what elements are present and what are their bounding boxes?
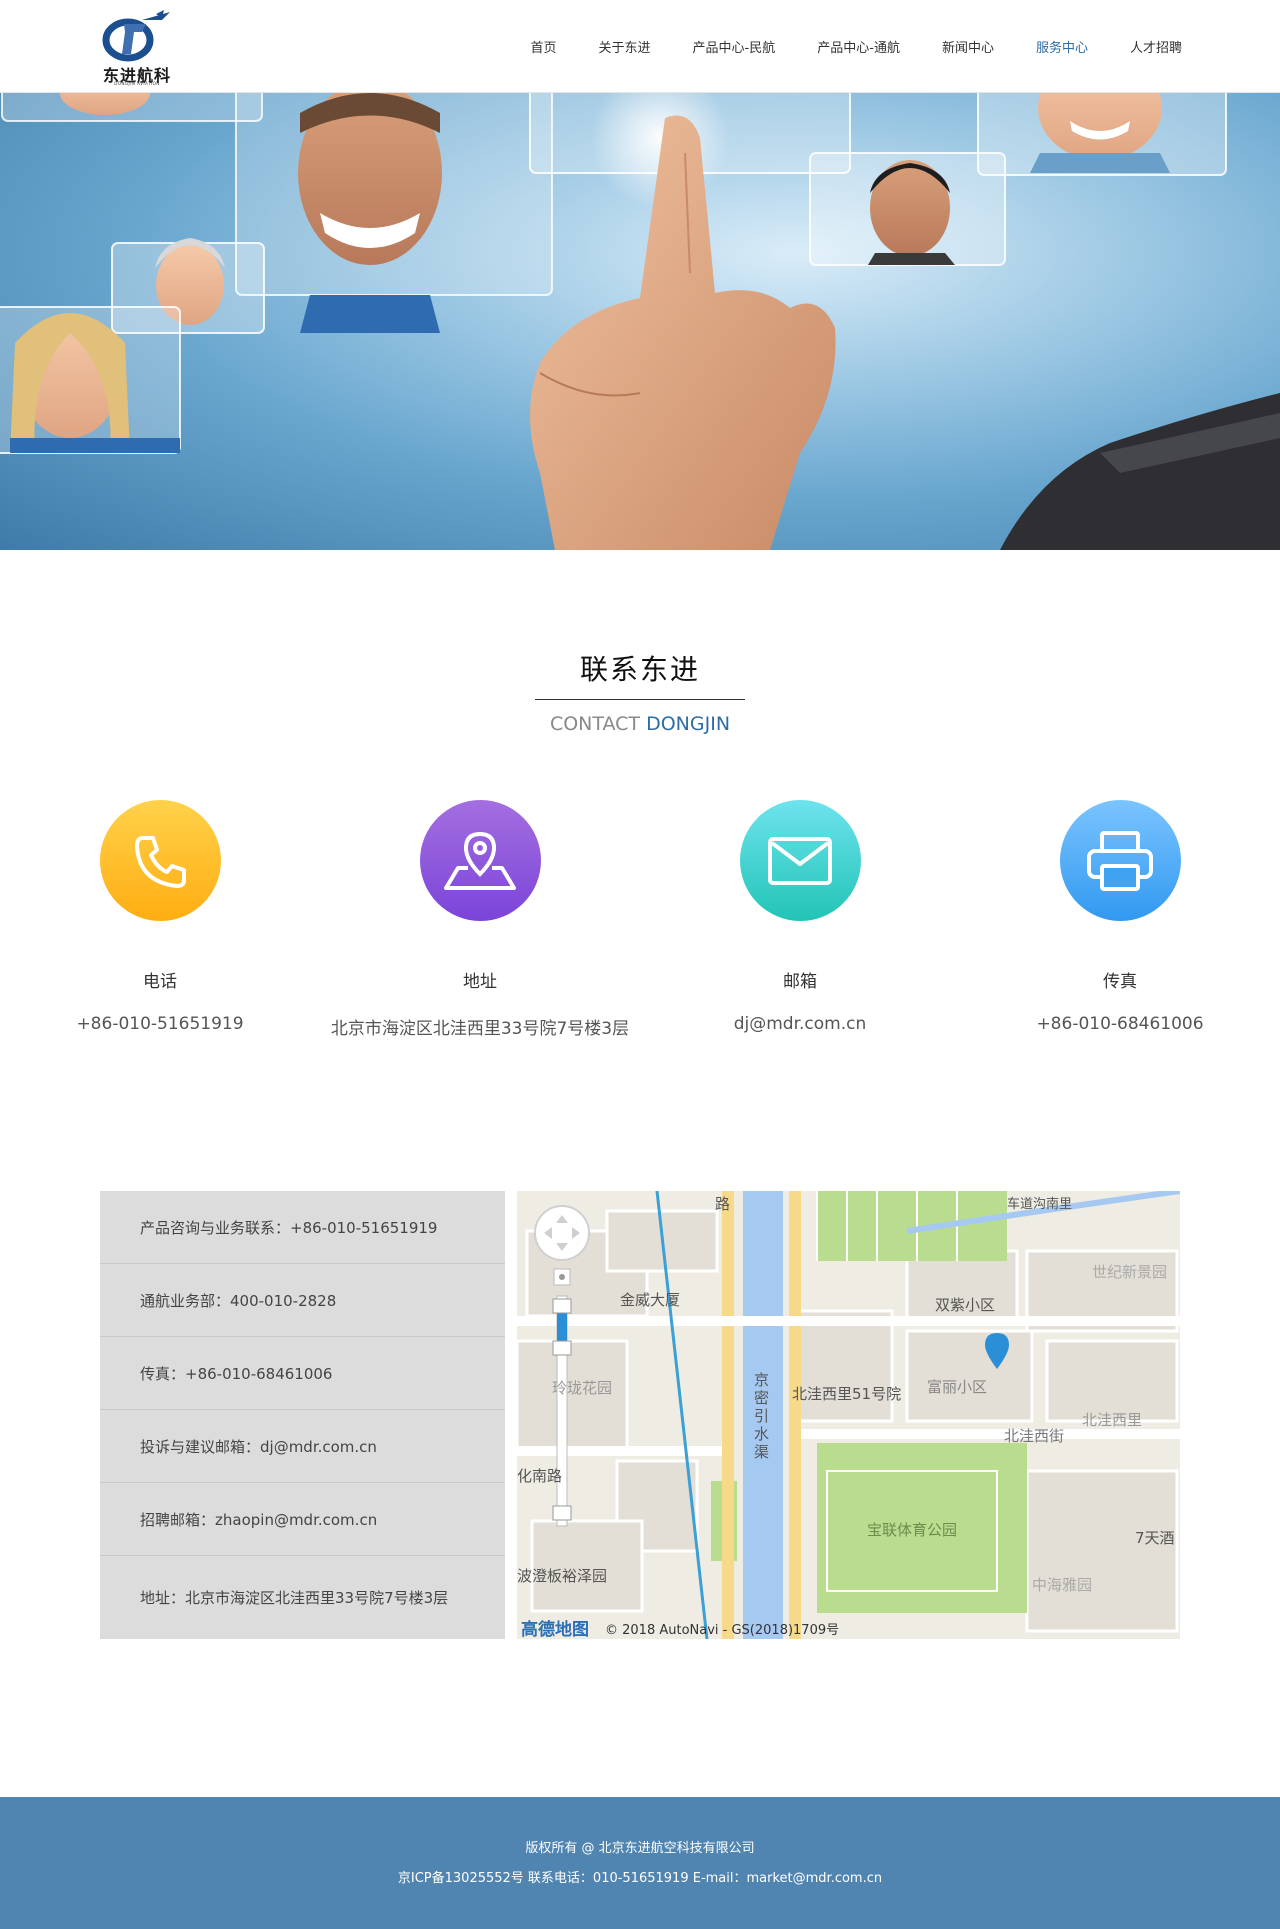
map-label: 北洼西街 <box>1004 1427 1065 1445</box>
contact-label: 电话 <box>143 972 177 992</box>
map-label: 世纪新景园 <box>1092 1263 1168 1281</box>
map-label: 金威大厦 <box>620 1291 681 1309</box>
location-map[interactable]: 金威大厦 双紫小区 世纪新景园 玲珑花园 北洼西里51号院 富丽小区 北洼西里 … <box>517 1191 1180 1639</box>
info-row: 通航业务部：400-010-2828 <box>100 1264 505 1337</box>
logo-subtext: DONGJIN AVIATION <box>114 81 160 86</box>
map-label: 京密引水渠 <box>754 1371 770 1461</box>
nav-item[interactable]: 产品中心-通航 <box>817 37 900 56</box>
contact-label: 传真 <box>1103 972 1137 992</box>
phone-icon <box>135 835 186 888</box>
info-row: 产品咨询与业务联系：+86-010-51651919 <box>100 1191 505 1264</box>
address-circle <box>419 800 541 921</box>
logo-mark-icon <box>102 10 170 62</box>
info-row: 传真：+86-010-68461006 <box>100 1337 505 1410</box>
contact-value: 北京市海淀区北洼西里33号院7号楼3层 <box>330 1019 630 1039</box>
email-circle <box>739 800 861 921</box>
contact-label: 地址 <box>463 972 497 992</box>
banner-image <box>0 93 1280 550</box>
main-nav: 首页 关于东进 产品中心-民航 产品中心-通航 新闻中心 服务中心 人才招聘 <box>489 0 1182 93</box>
contact-value: +86-010-68461006 <box>1036 1014 1204 1034</box>
map-pin-icon <box>444 831 516 890</box>
map-label: 中海雅园 <box>1032 1576 1093 1594</box>
map-label: 路 <box>715 1195 731 1213</box>
phone-circle <box>99 800 221 921</box>
map-copyright: © 2018 AutoNavi - GS(2018)1709号 <box>605 1623 840 1638</box>
hero-banner <box>0 93 1280 550</box>
map-label: 7天酒 <box>1135 1529 1175 1547</box>
nav-item[interactable]: 服务中心 <box>1036 37 1088 56</box>
nav-item[interactable]: 人才招聘 <box>1130 37 1182 56</box>
map-label: 北洼西里51号院 <box>792 1385 902 1403</box>
info-row: 地址：北京市海淀区北洼西里33号院7号楼3层 <box>140 1589 449 1607</box>
footer-copyright: 版权所有 @ 北京东进航空科技有限公司 <box>525 1841 755 1856</box>
map-label: 富丽小区 <box>927 1378 988 1396</box>
map-label: 宝联体育公园 <box>867 1521 958 1539</box>
contact-info-list: 产品咨询与业务联系：+86-010-51651919 通航业务部：400-010-… <box>100 1191 505 1639</box>
printer-icon <box>1087 830 1153 891</box>
info-row: 投诉与建议邮箱：dj@mdr.com.cn <box>100 1410 505 1483</box>
map-label: 车道沟南里 <box>1007 1197 1073 1212</box>
contact-value: +86-010-51651919 <box>76 1014 244 1034</box>
subtitle-plain: CONTACT <box>549 713 647 735</box>
map-label: 北洼西里 <box>1082 1411 1143 1429</box>
nav-item[interactable]: 产品中心-民航 <box>693 37 776 56</box>
nav-item[interactable]: 首页 <box>531 37 557 56</box>
map-label: 玲珑花园 <box>552 1379 613 1397</box>
map-tiles <box>517 1191 1180 1639</box>
section-subtitle: CONTACT DONGJIN <box>0 713 1280 735</box>
map-label: 双紫小区 <box>935 1296 996 1314</box>
site-footer: 版权所有 @ 北京东进航空科技有限公司 京ICP备13025552号 联系电话：… <box>0 1797 1280 1929</box>
site-header: 东进航科 DONGJIN AVIATION 首页 关于东进 产品中心-民航 产品中心-… <box>0 0 1280 93</box>
footer-contact: 京ICP备13025552号 联系电话：010-51651919 E-mail：… <box>397 1871 883 1886</box>
nav-item[interactable]: 新闻中心 <box>942 37 994 56</box>
map-label: 波澄板裕泽园 <box>517 1567 608 1585</box>
section-title: 联系东进 <box>579 653 700 686</box>
map-brand: 高德地图 <box>521 1620 589 1639</box>
contact-value: dj@mdr.com.cn <box>733 1014 867 1034</box>
company-logo[interactable]: 东进航科 DONGJIN AVIATION <box>98 10 176 86</box>
contact-address: 地址 北京市海淀区北洼西里33号院7号楼3层 <box>320 800 640 1039</box>
contact-phone: 电话 +86-010-51651919 <box>0 800 320 1034</box>
fax-circle <box>1059 800 1181 921</box>
contact-label: 邮箱 <box>783 972 817 992</box>
contact-fax: 传真 +86-010-68461006 <box>960 800 1280 1034</box>
info-row: 招聘邮箱：zhaopin@mdr.com.cn <box>100 1483 505 1556</box>
nav-item[interactable]: 关于东进 <box>599 37 651 56</box>
section-title-divider <box>535 699 745 700</box>
mail-icon <box>768 836 832 885</box>
map-label: 化南路 <box>517 1467 563 1485</box>
subtitle-accent: DONGJIN <box>646 713 731 735</box>
contact-email: 邮箱 dj@mdr.com.cn <box>640 800 960 1034</box>
